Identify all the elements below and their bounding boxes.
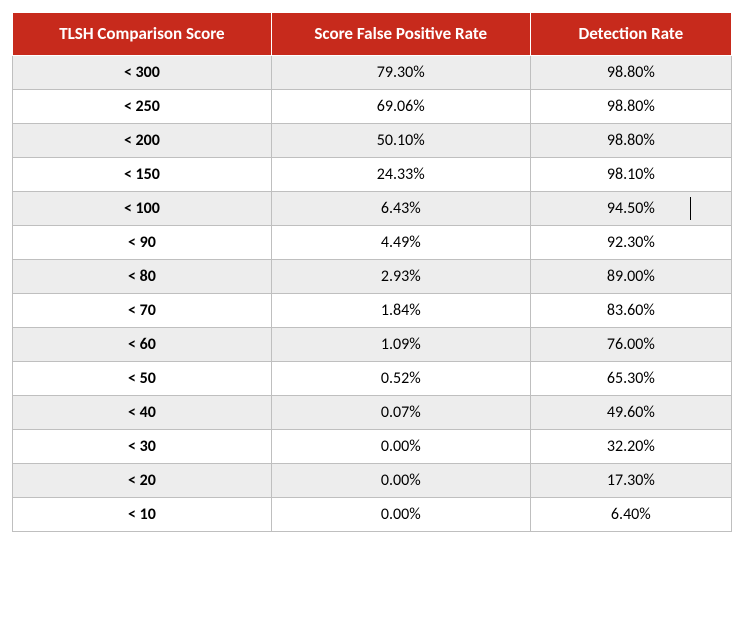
cell-dr: 98.80%: [530, 124, 731, 158]
cell-dr: 65.30%: [530, 362, 731, 396]
cell-score: < 200: [13, 124, 272, 158]
table-row: < 15024.33%98.10%: [13, 158, 732, 192]
table-row: < 400.07%49.60%: [13, 396, 732, 430]
table-row: < 1006.43%94.50%: [13, 192, 732, 226]
cell-dr: 89.00%: [530, 260, 731, 294]
cell-score: < 80: [13, 260, 272, 294]
cell-score: < 150: [13, 158, 272, 192]
cell-dr: 6.40%: [530, 498, 731, 532]
cell-score: < 20: [13, 464, 272, 498]
cell-score: < 300: [13, 56, 272, 90]
cell-fpr: 1.84%: [271, 294, 530, 328]
table-row: < 20050.10%98.80%: [13, 124, 732, 158]
cell-dr: 17.30%: [530, 464, 731, 498]
table-row: < 701.84%83.60%: [13, 294, 732, 328]
cell-fpr: 0.07%: [271, 396, 530, 430]
cell-dr: 94.50%: [530, 192, 731, 226]
cell-dr: 98.10%: [530, 158, 731, 192]
table-row: < 500.52%65.30%: [13, 362, 732, 396]
cell-dr: 49.60%: [530, 396, 731, 430]
cell-fpr: 0.52%: [271, 362, 530, 396]
cell-fpr: 50.10%: [271, 124, 530, 158]
cell-dr: 98.80%: [530, 90, 731, 124]
cell-fpr: 0.00%: [271, 464, 530, 498]
cell-fpr: 1.09%: [271, 328, 530, 362]
cell-fpr: 24.33%: [271, 158, 530, 192]
cell-score: < 100: [13, 192, 272, 226]
table-row: < 25069.06%98.80%: [13, 90, 732, 124]
cell-dr: 76.00%: [530, 328, 731, 362]
cell-dr: 83.60%: [530, 294, 731, 328]
header-row: TLSH Comparison Score Score False Positi…: [13, 13, 732, 56]
table-row: < 601.09%76.00%: [13, 328, 732, 362]
cell-dr: 32.20%: [530, 430, 731, 464]
cell-score: < 50: [13, 362, 272, 396]
cell-score: < 40: [13, 396, 272, 430]
table-row: < 300.00%32.20%: [13, 430, 732, 464]
cell-fpr: 69.06%: [271, 90, 530, 124]
cell-fpr: 2.93%: [271, 260, 530, 294]
cell-fpr: 4.49%: [271, 226, 530, 260]
table-row: < 200.00%17.30%: [13, 464, 732, 498]
cell-fpr: 0.00%: [271, 430, 530, 464]
header-fpr: Score False Positive Rate: [271, 13, 530, 56]
table-row: < 802.93%89.00%: [13, 260, 732, 294]
table-body: < 30079.30%98.80%< 25069.06%98.80%< 2005…: [13, 56, 732, 532]
header-score: TLSH Comparison Score: [13, 13, 272, 56]
cell-dr: 92.30%: [530, 226, 731, 260]
cell-score: < 10: [13, 498, 272, 532]
cell-fpr: 6.43%: [271, 192, 530, 226]
table-row: < 100.00%6.40%: [13, 498, 732, 532]
tlsh-score-table: TLSH Comparison Score Score False Positi…: [12, 12, 732, 532]
cell-dr: 98.80%: [530, 56, 731, 90]
cell-fpr: 79.30%: [271, 56, 530, 90]
table-row: < 904.49%92.30%: [13, 226, 732, 260]
cell-score: < 30: [13, 430, 272, 464]
cell-score: < 70: [13, 294, 272, 328]
cell-score: < 90: [13, 226, 272, 260]
cell-score: < 250: [13, 90, 272, 124]
header-dr: Detection Rate: [530, 13, 731, 56]
table-row: < 30079.30%98.80%: [13, 56, 732, 90]
cell-fpr: 0.00%: [271, 498, 530, 532]
cell-score: < 60: [13, 328, 272, 362]
